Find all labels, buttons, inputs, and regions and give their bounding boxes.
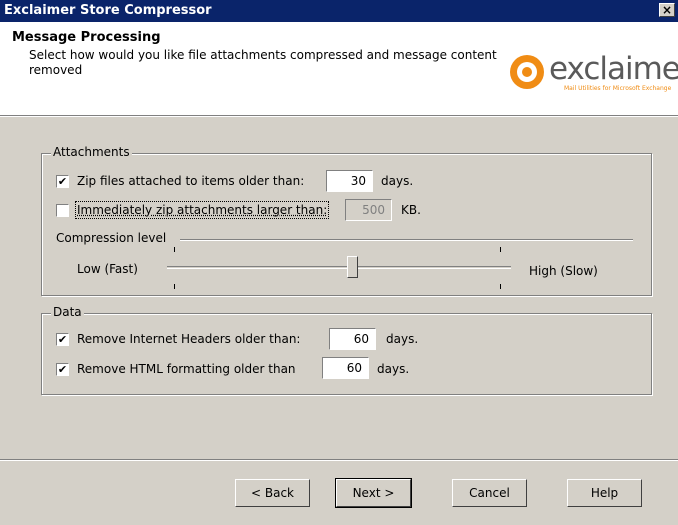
zip-older-label: Zip files attached to items older than:: [77, 174, 304, 188]
back-button-label: < Back: [251, 486, 294, 500]
low-fast-label: Low (Fast): [77, 262, 138, 276]
remove-html-checkbox[interactable]: ✔: [56, 363, 69, 376]
help-button-label: Help: [591, 486, 618, 500]
zip-larger-unit: KB.: [401, 203, 421, 217]
window-title: Exclaimer Store Compressor: [4, 3, 212, 18]
page-title: Message Processing: [12, 30, 161, 45]
zip-larger-checkbox[interactable]: [56, 204, 69, 217]
check-icon: ✔: [58, 333, 67, 346]
remove-headers-checkbox[interactable]: ✔: [56, 333, 69, 346]
next-button[interactable]: Next >: [336, 479, 411, 507]
data-group: [41, 313, 652, 395]
remove-html-days-field[interactable]: 60: [322, 357, 369, 379]
help-button[interactable]: Help: [567, 479, 642, 507]
zip-older-checkbox[interactable]: ✔: [56, 175, 69, 188]
close-icon: ×: [662, 3, 672, 17]
remove-headers-unit: days.: [386, 332, 418, 346]
cancel-button[interactable]: Cancel: [452, 479, 527, 507]
attachments-group-label: Attachments: [51, 145, 132, 159]
footer-divider-highlight: [0, 460, 678, 461]
remove-headers-days-field[interactable]: 60: [329, 328, 376, 350]
compression-divider-highlight: [180, 240, 633, 241]
compression-slider-track-highlight: [167, 268, 511, 269]
cancel-button-label: Cancel: [469, 486, 510, 500]
zip-older-days-field[interactable]: 30: [326, 170, 373, 192]
check-icon: ✔: [58, 175, 67, 188]
compression-slider-thumb[interactable]: [347, 256, 358, 278]
check-icon: ✔: [58, 363, 67, 376]
logo-icon-dot: [522, 67, 532, 77]
zip-larger-kb-field[interactable]: 500: [345, 199, 392, 221]
next-button-label: Next >: [353, 486, 395, 500]
remove-headers-label: Remove Internet Headers older than:: [77, 332, 300, 346]
logo-tagline: Mail Utilities for Microsoft Exchange: [564, 85, 671, 92]
data-group-label: Data: [51, 305, 84, 319]
remove-html-unit: days.: [377, 362, 409, 376]
slider-tick: [500, 284, 501, 289]
compression-level-label: Compression level: [56, 231, 166, 245]
compression-slider-track[interactable]: [167, 266, 511, 267]
slider-tick: [500, 247, 501, 252]
remove-html-label: Remove HTML formatting older than: [77, 362, 296, 376]
zip-older-unit: days.: [381, 174, 413, 188]
logo-text: exclaimer™: [549, 51, 678, 87]
header-divider-highlight: [0, 116, 678, 117]
zip-larger-label: Immediately zip attachments larger than:: [77, 203, 327, 217]
close-button[interactable]: ×: [659, 3, 675, 17]
high-slow-label: High (Slow): [529, 264, 598, 278]
slider-tick: [174, 247, 175, 252]
slider-tick: [174, 284, 175, 289]
back-button[interactable]: < Back: [235, 479, 310, 507]
page-description: Select how would you like file attachmen…: [29, 48, 499, 78]
